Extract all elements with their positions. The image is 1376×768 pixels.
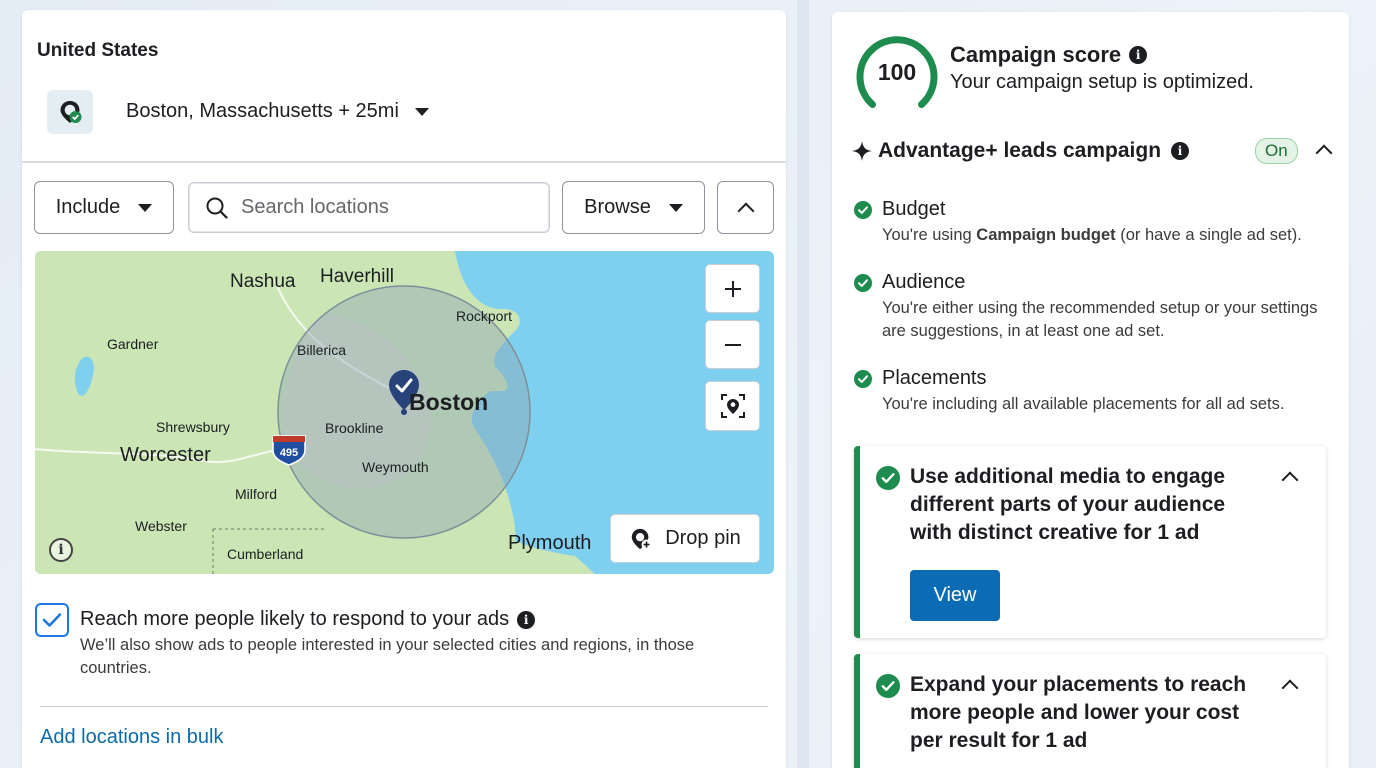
map-label-milford: Milford: [235, 486, 277, 502]
add-locations-bulk-link[interactable]: Add locations in bulk: [40, 726, 223, 749]
check-item-description: You're either using the recommended setu…: [882, 299, 1318, 340]
location-map[interactable]: 495 Nashua Haverhill Rockport Gardner Bi…: [35, 251, 774, 574]
check-item-description: You're using Campaign budget (or have a …: [882, 226, 1302, 244]
chevron-up-icon: [737, 202, 754, 219]
search-icon: [206, 197, 228, 219]
score-title: Campaign score i: [950, 42, 1148, 68]
advantage-title: Advantage+ leads campaign i: [852, 139, 1190, 163]
view-button[interactable]: View: [910, 570, 1000, 621]
caret-down-icon: [138, 203, 153, 212]
advantage-section-header: Advantage+ leads campaign i On: [852, 137, 1333, 167]
recommendation-title: Use additional media to engage different…: [910, 465, 1226, 544]
check-item-description: You're including all available placement…: [882, 395, 1285, 413]
drop-pin-icon: [631, 528, 652, 550]
advantage-status-toggle[interactable]: On: [1255, 138, 1298, 164]
map-label-boston: Boston: [409, 389, 488, 415]
info-icon[interactable]: i: [1129, 46, 1148, 64]
reach-more-label: Reach more people likely to respond to y…: [80, 608, 510, 630]
checkmark-icon: [42, 613, 62, 627]
map-label-haverhill: Haverhill: [320, 266, 394, 287]
plus-icon: [724, 280, 741, 297]
country-heading: United States: [37, 40, 159, 61]
recenter-map-button[interactable]: [705, 381, 760, 431]
include-dropdown[interactable]: Include: [34, 181, 174, 234]
sparkle-icon: [852, 141, 872, 161]
check-circle-icon: [876, 466, 900, 490]
map-label-brookline: Brookline: [325, 420, 384, 436]
zoom-in-button[interactable]: [705, 264, 760, 313]
selected-location-label: Boston, Massachusetts + 25mi: [126, 100, 399, 122]
map-label-weymouth: Weymouth: [362, 459, 429, 475]
caret-down-icon: [668, 203, 683, 212]
map-label-nashua: Nashua: [230, 271, 296, 292]
drop-pin-label: Drop pin: [665, 527, 741, 549]
check-item-budget: Budget You're using Campaign budget (or …: [852, 198, 1332, 248]
map-label-webster: Webster: [135, 518, 187, 534]
include-label: Include: [55, 196, 121, 218]
section-divider: [22, 161, 786, 163]
zoom-out-button[interactable]: [705, 320, 760, 369]
chevron-up-icon[interactable]: [1281, 679, 1299, 697]
check-item-title: Budget: [882, 198, 946, 220]
reach-more-description: We’ll also show ads to people interested…: [80, 636, 695, 677]
reach-more-checkbox[interactable]: [35, 603, 69, 637]
location-panel: United States Boston, Massachusetts + 25…: [22, 10, 786, 768]
minus-icon: [724, 343, 741, 346]
map-label-shrewsbury: Shrewsbury: [156, 419, 230, 435]
map-label-gardner: Gardner: [107, 336, 159, 352]
map-label-rockport: Rockport: [456, 308, 512, 324]
map-label-cumberland: Cumberland: [227, 546, 303, 562]
check-circle-icon: [854, 201, 872, 219]
caret-down-icon: [414, 107, 429, 116]
check-item-title: Audience: [882, 271, 966, 293]
score-title-label: Campaign score: [950, 42, 1122, 67]
check-item-title: Placements: [882, 367, 987, 389]
drop-pin-button[interactable]: Drop pin: [610, 514, 760, 563]
advantage-title-label: Advantage+ leads campaign: [878, 139, 1162, 162]
score-value: 100: [877, 59, 917, 85]
search-locations-input[interactable]: [241, 196, 531, 219]
browse-dropdown[interactable]: Browse: [562, 181, 705, 234]
recommendation-card: Expand your placements to reach more peo…: [854, 654, 1326, 768]
panel-gutter: [797, 0, 809, 768]
map-label-plymouth: Plymouth: [508, 532, 591, 554]
map-info-icon[interactable]: i: [49, 538, 73, 562]
check-circle-icon: [876, 674, 900, 698]
map-label-worcester: Worcester: [120, 444, 211, 466]
campaign-score-panel: 100 Campaign score i Your campaign setup…: [832, 12, 1349, 768]
browse-label: Browse: [584, 196, 651, 218]
collapse-map-button[interactable]: [717, 181, 774, 234]
info-icon[interactable]: i: [1171, 142, 1190, 160]
check-item-audience: Audience You're either using the recomme…: [852, 271, 1332, 343]
selected-location-dropdown[interactable]: Boston, Massachusetts + 25mi: [126, 100, 429, 123]
section-divider: [40, 706, 768, 707]
check-item-placements: Placements You're including all availabl…: [852, 367, 1332, 417]
locate-icon: [720, 394, 745, 418]
info-icon[interactable]: i: [517, 610, 536, 629]
score-subtitle: Your campaign setup is optimized.: [950, 71, 1254, 93]
location-pin-icon: [47, 90, 93, 134]
check-circle-icon: [854, 274, 872, 292]
chevron-up-icon[interactable]: [1281, 471, 1299, 489]
search-location-box[interactable]: [188, 182, 550, 233]
chevron-up-icon[interactable]: [1315, 144, 1333, 162]
reach-more-title: Reach more people likely to respond to y…: [80, 608, 536, 631]
recommendation-card: Use additional media to engage different…: [854, 446, 1326, 638]
highway-shield-label: 495: [280, 447, 298, 459]
map-label-billerica: Billerica: [297, 342, 346, 358]
check-circle-icon: [854, 370, 872, 388]
recommendation-title: Expand your placements to reach more peo…: [910, 673, 1247, 752]
